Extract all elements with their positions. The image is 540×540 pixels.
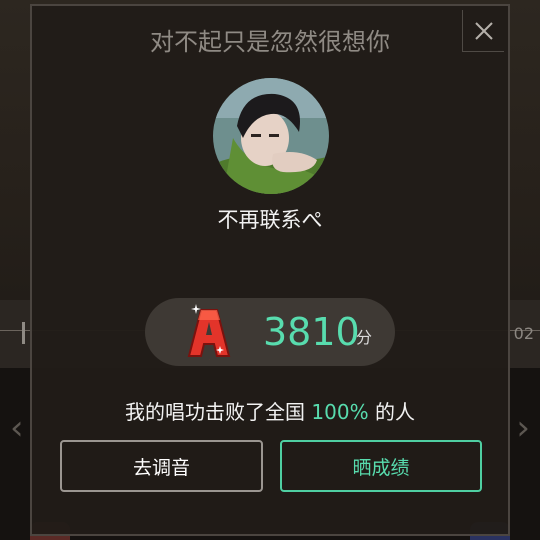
progress-time-label: 02 — [513, 324, 534, 343]
grade-badge-icon: A — [187, 304, 231, 361]
tune-button[interactable]: 去调音 — [60, 440, 263, 492]
score-unit: 分 — [356, 328, 373, 347]
result-suffix: 的人 — [374, 400, 415, 424]
next-arrow-icon: › — [516, 408, 530, 448]
song-title: 对不起只是忽然很想你 — [150, 28, 390, 56]
result-percent: 100% — [311, 400, 369, 424]
close-icon — [474, 21, 493, 40]
result-summary: 我的唱功击败了全国 100% 的人 — [32, 396, 508, 425]
progress-start-marker — [22, 322, 25, 344]
avatar[interactable] — [213, 78, 329, 194]
grade-letter: A — [209, 358, 210, 361]
username: 不再联系ぺ — [217, 208, 323, 232]
close-button[interactable] — [462, 10, 504, 52]
score-panel: A 3810 分 — [145, 298, 395, 366]
score-result-dialog: 对不起只是忽然很想你 不再联系ぺ A 3810 分 我的唱功击败了全国 100%… — [30, 4, 510, 536]
result-prefix: 我的唱功击败了全国 — [125, 400, 306, 424]
previous-arrow-icon: ‹ — [10, 408, 24, 448]
score-value: 3810 — [263, 310, 360, 354]
avatar-photo — [213, 78, 329, 194]
share-score-button[interactable]: 晒成绩 — [280, 440, 482, 492]
